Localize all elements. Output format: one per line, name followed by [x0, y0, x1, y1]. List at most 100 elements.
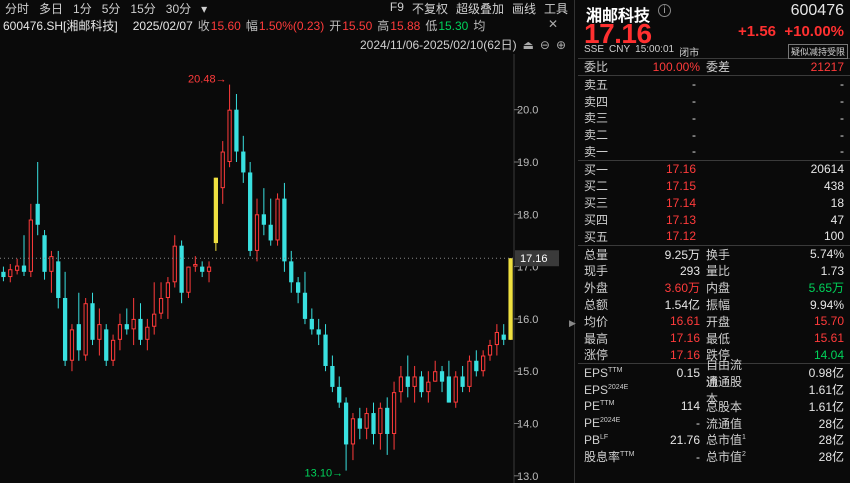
period-tab-1min[interactable]: 1分	[73, 0, 92, 17]
period-tab-15min[interactable]: 15分	[130, 0, 155, 17]
draw-line-button[interactable]: 画线	[512, 0, 536, 17]
candle-body	[323, 334, 328, 366]
ask-row[interactable]: 卖一 - -	[578, 143, 850, 160]
zoom-out-icon[interactable]: ⊖	[540, 38, 550, 52]
bid-row[interactable]: 买五 17.12 100	[578, 228, 850, 245]
period-dropdown-icon[interactable]: ▾	[201, 2, 207, 16]
level-price: -	[692, 144, 696, 159]
stat-label: 内盘	[706, 281, 731, 296]
stat-label: 换手	[706, 247, 731, 262]
candle-body	[364, 413, 369, 429]
level-price: 17.14	[665, 195, 696, 210]
fund-label-sup: 2024E	[600, 417, 621, 425]
candle-body	[494, 331, 499, 346]
fund-label: 总市值2	[700, 448, 752, 465]
last-price-label: 17.16	[520, 253, 548, 265]
stat-label: 最高	[584, 331, 609, 346]
candle-body	[412, 376, 417, 387]
bid-row[interactable]: 买四 17.13 47	[578, 211, 850, 228]
period-tab-multiday[interactable]: 多日	[39, 0, 63, 17]
level-volume: -	[840, 144, 844, 159]
level-volume: 18	[830, 195, 844, 210]
period-tab-intraday[interactable]: 分时	[5, 0, 29, 17]
level-volume: -	[840, 77, 844, 92]
candlestick-chart[interactable]: 20.019.018.017.016.015.014.013.017.1620.…	[0, 54, 574, 483]
ask-row[interactable]: 卖二 - -	[578, 126, 850, 143]
candle-body	[90, 303, 95, 340]
candle-body	[69, 329, 75, 361]
level-volume: -	[840, 110, 844, 125]
tools-button[interactable]: 工具	[544, 0, 568, 17]
collapse-arrow-icon[interactable]: ▶	[569, 318, 576, 329]
weicha-value: 21217	[810, 59, 844, 74]
f9-button[interactable]: F9	[390, 0, 404, 17]
candle-body	[1, 271, 6, 278]
candle-body	[186, 266, 191, 293]
candle-body	[83, 303, 88, 356]
candle-body	[8, 269, 13, 278]
high-value: 15.88	[390, 18, 421, 33]
range-menu-icon[interactable]: ⏏	[523, 38, 534, 52]
level-volume: 438	[823, 178, 844, 193]
stat-value: 16.61	[669, 314, 700, 329]
avg-label: 均	[473, 19, 486, 33]
candle-body	[117, 324, 123, 340]
bid-row[interactable]: 买三 17.14 18	[578, 194, 850, 211]
candle-body	[350, 418, 356, 445]
fundamental-row: EPS2024E 流通股本 1.61亿	[578, 375, 850, 406]
candle-body	[193, 263, 198, 267]
zoom-in-icon[interactable]: ⊕	[556, 38, 566, 52]
panel-divider[interactable]	[574, 0, 575, 483]
bid-row[interactable]: 买一 17.16 20614	[578, 161, 850, 178]
quote-meta: SSE CNY 15:00:01 闭市 疑似减持受限	[584, 44, 848, 59]
bid-row[interactable]: 买二 17.15 438	[578, 178, 850, 195]
quote-header: 湘邮科技 i 600476 17.16 +1.56 +10.00% SSE CN…	[578, 0, 850, 59]
fund-label-text: PE	[584, 399, 601, 414]
no-adjust-button[interactable]: 不复权	[412, 0, 448, 17]
period-tab-5min[interactable]: 5分	[102, 0, 121, 17]
candle-body	[213, 177, 219, 244]
stock-code: 600476	[790, 2, 844, 19]
candle-body	[467, 360, 472, 387]
stat-value: 5.74%	[809, 247, 844, 262]
candle-body	[371, 413, 376, 434]
y-tick-label: 20.0	[517, 105, 538, 117]
candle-body	[76, 324, 81, 351]
ask-row[interactable]: 卖三 - -	[578, 109, 850, 126]
period-tab-30min[interactable]: 30分	[166, 0, 191, 17]
stat-row: 现手 293 量比 1.73	[578, 263, 850, 280]
fund-label: PE2024E	[584, 416, 636, 430]
fundamental-row: 股息率TTM - 总市值2 28亿	[578, 448, 850, 465]
ask-row[interactable]: 卖五 - -	[578, 76, 850, 93]
quote-infobar: 600476.SH[湘邮科技] 2025/02/07 收 15.60 幅 1.5…	[0, 17, 574, 34]
candle-body	[508, 258, 513, 340]
y-tick-label: 18.0	[517, 209, 538, 221]
stat-value: 293	[679, 263, 700, 278]
info-circle-icon[interactable]: i	[658, 4, 671, 17]
candle-body	[453, 376, 458, 403]
fund-value: -	[696, 416, 700, 431]
close-icon[interactable]: ✕	[548, 17, 558, 31]
super-overlay-button[interactable]: 超级叠加	[456, 0, 504, 17]
candle-body	[316, 329, 321, 335]
restriction-badge[interactable]: 疑似减持受限	[787, 44, 848, 59]
candle-body	[474, 360, 479, 372]
candle-body	[227, 109, 232, 162]
open-value: 15.50	[342, 18, 373, 33]
level-label: 买三	[584, 196, 609, 211]
change-percent: +10.00%	[784, 23, 844, 40]
candle-body	[158, 297, 164, 314]
fund-label-text: PB	[584, 432, 601, 447]
stat-value: 14.04	[813, 347, 844, 362]
level-label: 卖四	[584, 94, 609, 109]
ask-row[interactable]: 卖四 - -	[578, 93, 850, 110]
fund-label-text: 股息率	[584, 450, 621, 465]
level-price: -	[692, 110, 696, 125]
fund-value: 0.98亿	[808, 366, 844, 381]
candle-body	[337, 386, 342, 403]
fund-label-sup: LF	[600, 433, 609, 441]
fund-value: 28亿	[818, 416, 844, 431]
candle-body	[330, 365, 335, 387]
time-label: 15:00:01	[635, 44, 675, 55]
level-label: 卖二	[584, 128, 609, 143]
